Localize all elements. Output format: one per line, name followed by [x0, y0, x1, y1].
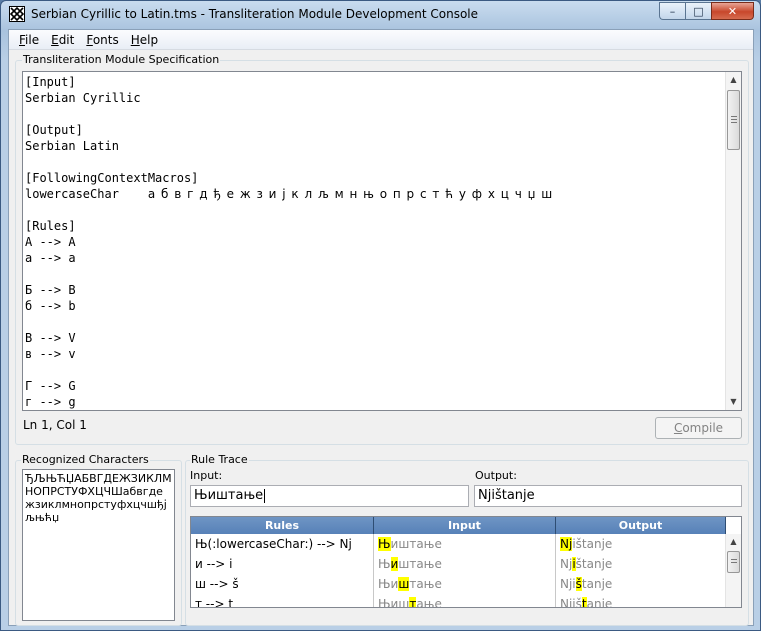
trace-table-header: Rules Input Output [191, 517, 726, 534]
trace-output-cell: Njištanje [556, 594, 726, 607]
trace-scroll-thumb[interactable] [727, 551, 740, 573]
scroll-down-icon[interactable]: ▼ [726, 394, 741, 410]
menu-bar: File Edit Fonts Help [9, 30, 753, 50]
trace-input-field[interactable]: Њиштање [190, 485, 469, 507]
spec-line: [Input] [25, 75, 76, 89]
trace-rows: Њ(:lowercaseChar:) --> Nj Њиштање Njištanj… [191, 534, 726, 607]
macro-name: lowercaseChar [25, 187, 119, 201]
title-bar[interactable]: Serbian Cyrillic to Latin.tms - Translit… [1, 1, 760, 29]
app-logo-icon [9, 6, 25, 22]
trace-input-cell: Њиштање [374, 554, 556, 574]
text-caret [264, 488, 266, 503]
macro-chars: а б в г д ђ е ж з и ј к л љ м н њ о п р … [147, 187, 554, 201]
spec-line: [Rules] [25, 219, 76, 233]
table-row[interactable]: Њ(:lowercaseChar:) --> Nj Њиштање Njištanj… [191, 534, 726, 554]
spec-line [25, 106, 725, 122]
spec-line: а --> a [25, 251, 76, 265]
spec-text[interactable]: [Input] Serbian Cyrillic [Output] Serbian L… [25, 74, 725, 410]
spec-scrollbar[interactable]: ▲ ▼ [725, 72, 741, 410]
menu-edit[interactable]: Edit [45, 33, 80, 47]
trace-input-cell: Њиштање [374, 594, 556, 607]
input-label: Input: [190, 469, 223, 482]
client-area: File Edit Fonts Help Transliteration Mod… [8, 29, 754, 626]
window-title: Serbian Cyrillic to Latin.tms - Translit… [31, 7, 479, 21]
maximize-button[interactable]: □ [685, 2, 711, 20]
table-row[interactable]: т --> t Њиштање Njištanje [191, 594, 726, 607]
table-row[interactable]: ш --> š Њиштање Njištanje [191, 574, 726, 594]
recognized-group-label: Recognized Characters [21, 453, 150, 466]
spec-editor[interactable]: [Input] Serbian Cyrillic [Output] Serbian L… [22, 71, 742, 411]
output-label: Output: [475, 469, 517, 482]
spec-line: в --> v [25, 347, 76, 361]
column-header-rules[interactable]: Rules [191, 517, 374, 534]
trace-rule-cell: Њ(:lowercaseChar:) --> Nj [191, 534, 374, 554]
trace-rule-cell: и --> i [191, 554, 374, 574]
trace-input-cell: Њиштање [374, 574, 556, 594]
trace-rule-cell: ш --> š [191, 574, 374, 594]
spec-line [25, 266, 725, 282]
menu-help[interactable]: Help [125, 33, 164, 47]
trace-output-cell: Njištanje [556, 554, 726, 574]
spec-line: Г --> G [25, 379, 76, 393]
trace-output-cell: Njištanje [556, 534, 726, 554]
app-window: Serbian Cyrillic to Latin.tms - Translit… [0, 0, 761, 631]
trace-output-cell: Njištanje [556, 574, 726, 594]
recognized-characters: ЂЉЊЋЏАБВГДЕЖЗИКЛМНОПРСТУФХЦЧШабвгдежзикл… [22, 469, 175, 621]
spec-line: В --> V [25, 331, 76, 345]
scroll-thumb[interactable] [727, 90, 740, 150]
compile-button[interactable]: Compile [655, 417, 742, 439]
trace-scroll-up-icon[interactable]: ▲ [726, 534, 741, 550]
table-row[interactable]: и --> i Њиштање Njištanje [191, 554, 726, 574]
trace-output-field[interactable]: Njištanje [474, 485, 742, 507]
menu-fonts[interactable]: Fonts [80, 33, 124, 47]
column-header-input[interactable]: Input [374, 517, 556, 534]
spec-line: Serbian Cyrillic [25, 91, 141, 105]
spec-line: А --> A [25, 235, 76, 249]
trace-scrollbar[interactable]: ▲ ▼ [725, 534, 741, 607]
menu-file[interactable]: File [13, 33, 45, 47]
spec-line: Serbian Latin [25, 139, 119, 153]
rule-trace-table[interactable]: Rules Input Output Њ(:lowercaseChar:) --… [190, 516, 742, 608]
spec-line [25, 362, 725, 378]
spec-line: г --> g [25, 395, 76, 409]
cursor-position: Ln 1, Col 1 [23, 418, 87, 432]
spec-group-label: Transliteration Module Specification [22, 53, 221, 66]
column-header-output[interactable]: Output [556, 517, 726, 534]
scroll-up-icon[interactable]: ▲ [726, 72, 741, 88]
spec-line [25, 154, 725, 170]
rule-trace-group-label: Rule Trace [190, 453, 249, 466]
spec-line: Б --> B [25, 283, 76, 297]
trace-input-cell: Њиштање [374, 534, 556, 554]
spec-line: [Output] [25, 123, 83, 137]
spec-line: lowercaseChar а б в г д ђ е ж з и ј к л … [25, 186, 725, 202]
spec-line [25, 202, 725, 218]
spec-line: [FollowingContextMacros] [25, 171, 199, 185]
spec-line [25, 314, 725, 330]
close-button[interactable]: ✕ [711, 2, 754, 20]
minimize-button[interactable]: – [659, 2, 685, 20]
trace-rule-cell: т --> t [191, 594, 374, 607]
spec-line: б --> b [25, 299, 76, 313]
